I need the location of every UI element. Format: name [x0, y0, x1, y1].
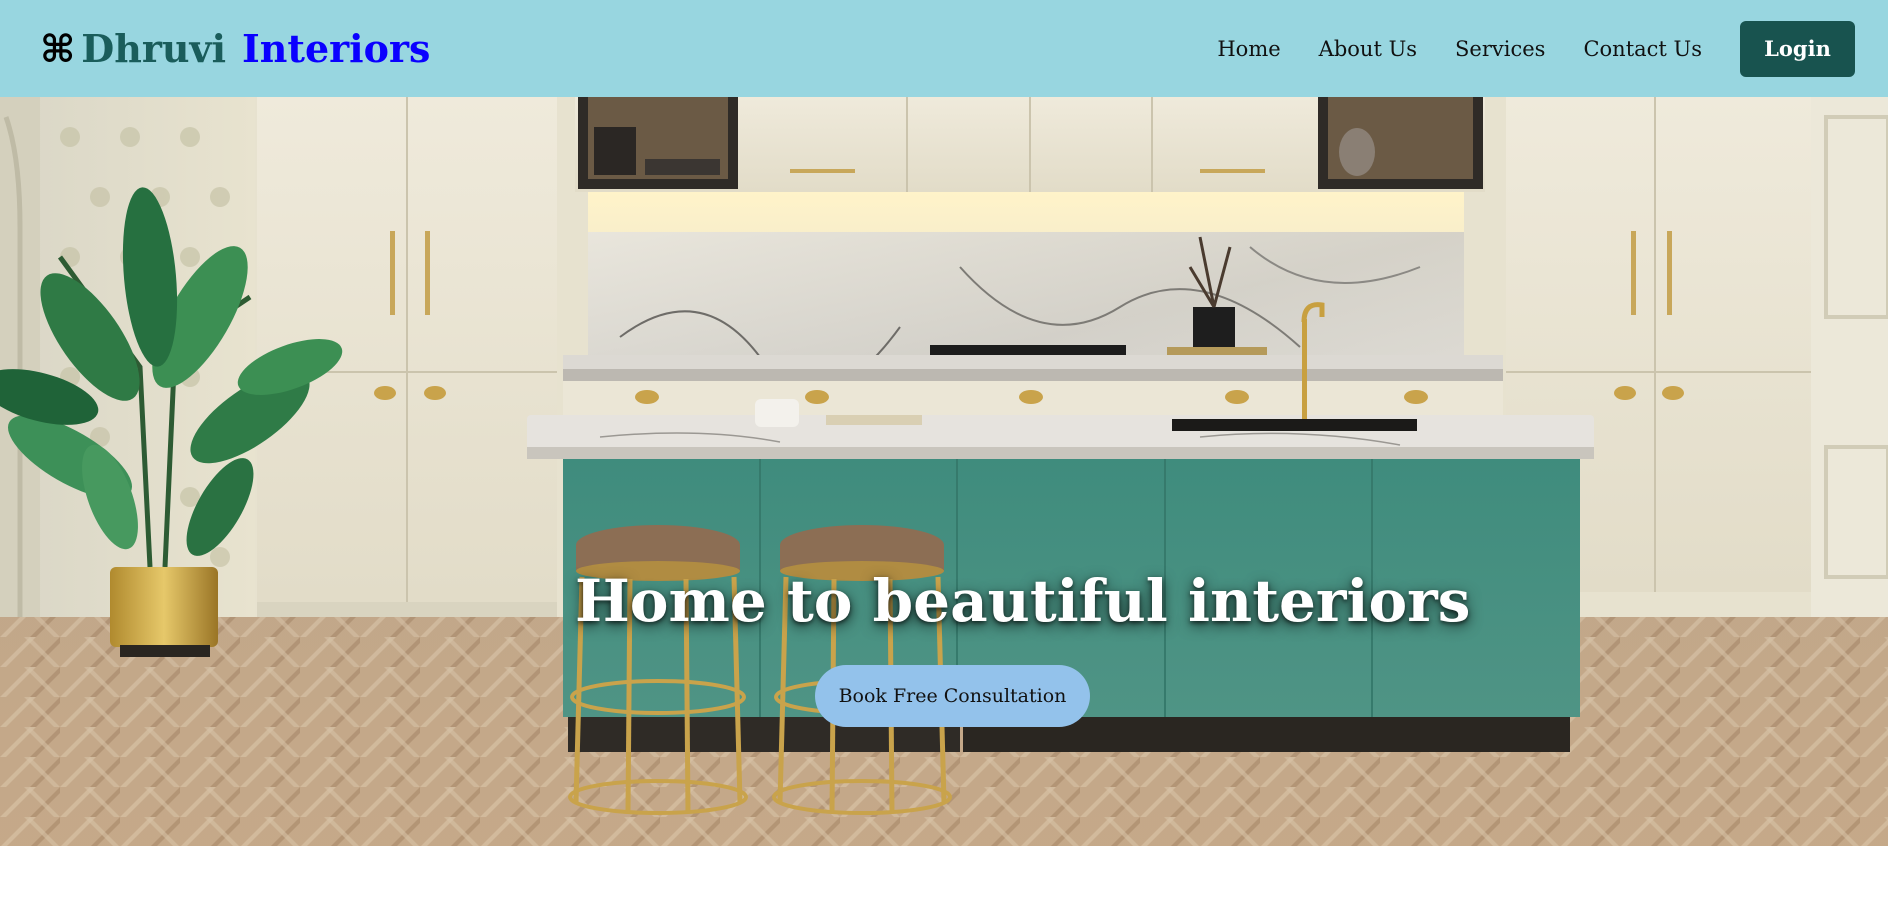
main-nav: Home About Us Services Contact Us [1217, 37, 1702, 61]
brand-logo[interactable]: ⌘ Dhruvi Interiors [40, 25, 431, 71]
brand-name-first: Dhruvi [81, 25, 227, 71]
nav-contact-link[interactable]: Contact Us [1583, 37, 1702, 61]
login-button[interactable]: Login [1740, 20, 1855, 77]
command-icon: ⌘ [40, 25, 76, 71]
brand-name-second: Interiors [242, 25, 431, 71]
nav-services-link[interactable]: Services [1455, 37, 1545, 61]
site-header: ⌘ Dhruvi Interiors Home About Us Service… [0, 0, 1888, 97]
hero-section: Home to beautiful interiors Book Free Co… [0, 97, 1888, 846]
nav-about-link[interactable]: About Us [1319, 37, 1417, 61]
nav-home-link[interactable]: Home [1217, 37, 1280, 61]
hero-heading: Home to beautiful interiors [575, 567, 1471, 635]
hero-kitchen-image [0, 97, 1888, 846]
nav-right: Home About Us Services Contact Us Login [1217, 20, 1855, 77]
page-content-start [0, 846, 1888, 897]
book-consultation-button[interactable]: Book Free Consultation [815, 665, 1090, 727]
